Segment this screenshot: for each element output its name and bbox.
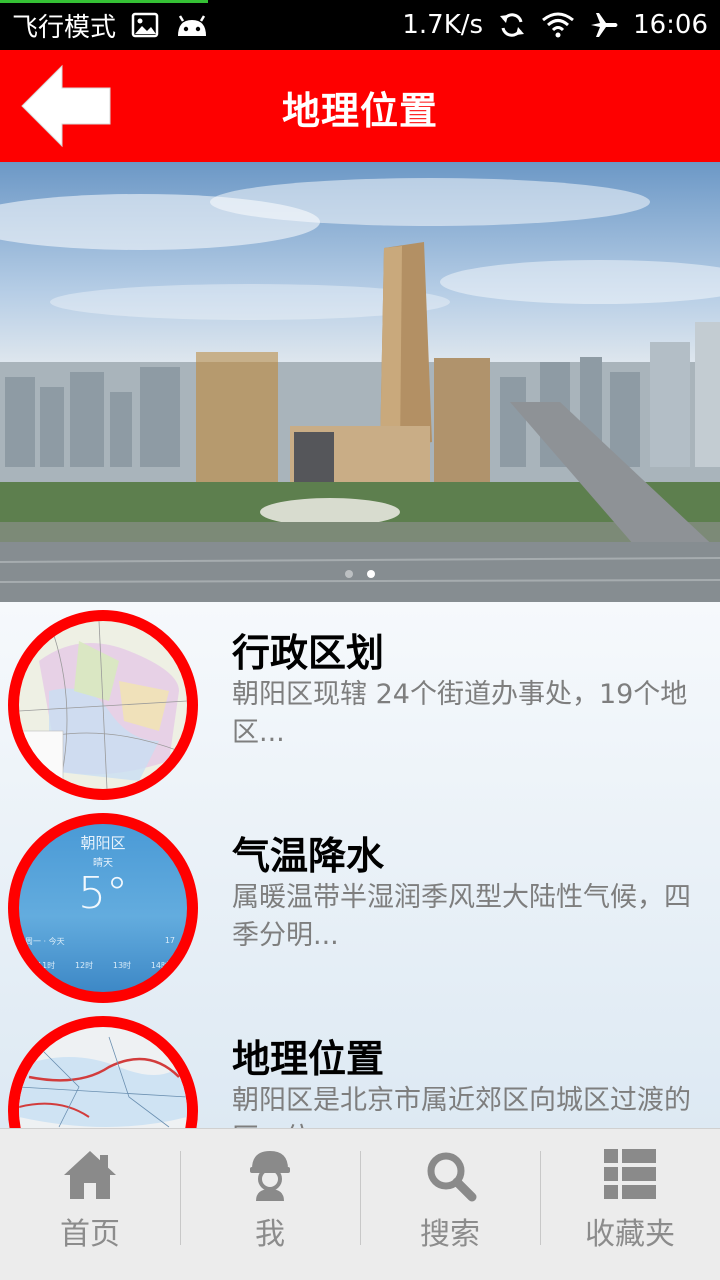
carousel-dot-active[interactable] xyxy=(367,570,375,578)
item-description: 朝阳区现辖 24个街道办事处，19个地区... xyxy=(232,679,688,748)
weather-day: 周一 · 今天 xyxy=(25,937,65,946)
banner-carousel[interactable] xyxy=(0,162,720,602)
network-speed: 1.7K/s xyxy=(402,10,484,40)
info-list: 行政区划 朝阳区现辖 24个街道办事处，19个地区... 朝阳区 晴天 5° 周… xyxy=(0,602,720,1128)
bottom-nav: 首页 我 搜索 收藏夹 xyxy=(0,1128,720,1280)
carousel-dot[interactable] xyxy=(345,570,353,578)
weather-thumbnail: 朝阳区 晴天 5° 周一 · 今天 17 11时 12时 13时 14时 xyxy=(19,824,187,992)
map2-thumbnail xyxy=(19,1027,187,1128)
app-header: 地理位置 xyxy=(0,50,720,162)
nav-search-label: 搜索 xyxy=(420,1217,480,1252)
list-icon xyxy=(604,1149,656,1199)
image-icon xyxy=(131,12,159,38)
user-icon xyxy=(250,1151,290,1201)
nav-favorites-label: 收藏夹 xyxy=(585,1217,675,1252)
weather-hour: 13时 xyxy=(112,961,132,970)
progress-line xyxy=(0,0,208,3)
list-item-climate[interactable]: 朝阳区 晴天 5° 周一 · 今天 17 11时 12时 13时 14时 气温降… xyxy=(0,805,720,1008)
status-bar: 飞行模式 1.7K/s 16:06 xyxy=(0,0,720,50)
carousel-indicator xyxy=(0,570,720,578)
weather-hour: 14时 xyxy=(150,961,169,970)
item-description: 属暖温带半湿润季风型大陆性气候，四季分明... xyxy=(232,882,691,951)
nav-me[interactable]: 我 xyxy=(180,1129,360,1280)
city-skyline-image xyxy=(0,178,720,602)
wifi-icon xyxy=(542,12,574,38)
weather-hours: 11时 12时 13时 14时 xyxy=(37,960,169,971)
list-item-admin-divisions[interactable]: 行政区划 朝阳区现辖 24个街道办事处，19个地区... xyxy=(0,602,720,805)
nav-me-label: 我 xyxy=(255,1217,285,1252)
item-title: 地理位置 xyxy=(232,1037,385,1081)
weather-low: 17 xyxy=(164,936,175,945)
nav-home[interactable]: 首页 xyxy=(0,1129,180,1280)
weather-temperature: 5° xyxy=(78,868,128,919)
airplane-mode-text: 飞行模式 xyxy=(12,12,117,43)
search-icon xyxy=(427,1152,477,1202)
thumbnail-frame: 朝阳区 晴天 5° 周一 · 今天 17 11时 12时 13时 14时 xyxy=(8,813,198,1003)
weather-city: 朝阳区 xyxy=(80,834,126,852)
map-thumbnail xyxy=(19,621,187,789)
page-title: 地理位置 xyxy=(281,89,438,133)
item-description: 朝阳区是北京市属近郊区向城区过渡的区...位 xyxy=(232,1085,691,1128)
nav-favorites[interactable]: 收藏夹 xyxy=(540,1129,720,1280)
clock: 16:06 xyxy=(633,10,708,40)
item-title: 行政区划 xyxy=(232,631,385,675)
weather-condition: 晴天 xyxy=(93,858,113,869)
list-item-geography[interactable]: 地理位置 朝阳区是北京市属近郊区向城区过渡的区...位 xyxy=(0,1008,720,1128)
home-icon xyxy=(64,1151,116,1199)
weather-hour: 11时 xyxy=(37,961,56,970)
thumbnail-frame xyxy=(8,1016,198,1128)
airplane-icon xyxy=(591,13,618,37)
nav-home-label: 首页 xyxy=(60,1217,120,1252)
nav-search[interactable]: 搜索 xyxy=(360,1129,540,1280)
thumbnail-frame xyxy=(8,610,198,800)
weather-hour: 12时 xyxy=(74,961,94,970)
android-icon xyxy=(178,15,207,36)
sync-icon xyxy=(500,13,525,37)
item-title: 气温降水 xyxy=(232,834,385,878)
